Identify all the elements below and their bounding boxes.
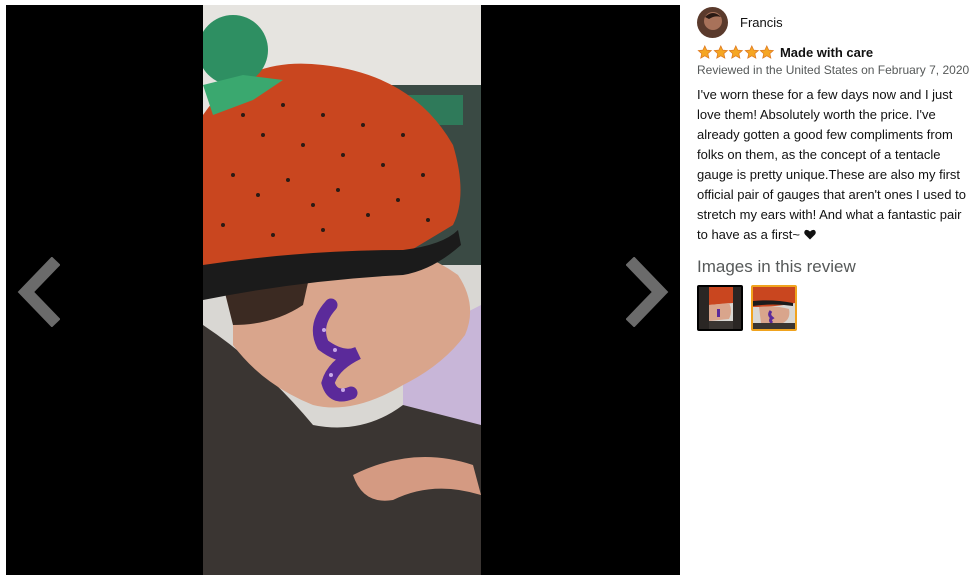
photo-thumbnail-icon (699, 287, 741, 329)
thumbnail-1[interactable] (697, 285, 743, 331)
reviewer-profile[interactable]: Francis (697, 5, 974, 39)
thumbnail-strip (697, 285, 974, 331)
heart-icon (803, 229, 816, 240)
previous-image-button[interactable] (14, 256, 61, 328)
review-photo (203, 5, 481, 575)
rating-row: Made with care (697, 43, 974, 61)
star-icon (697, 44, 713, 59)
star-icon (759, 44, 775, 59)
images-section-heading: Images in this review (697, 257, 856, 276)
review-text: I've worn these for a few days now and I… (697, 87, 966, 242)
review-meta: Reviewed in the United States on Februar… (697, 63, 970, 77)
photo-thumbnail-icon (753, 287, 795, 329)
review-title[interactable]: Made with care (780, 45, 873, 60)
star-icon (712, 44, 728, 59)
star-icon (728, 44, 744, 59)
image-viewer (6, 5, 680, 575)
review-body: I've worn these for a few days now and I… (697, 85, 974, 245)
reviewer-name[interactable]: Francis (740, 15, 783, 30)
avatar[interactable] (697, 6, 728, 38)
star-rating (697, 44, 775, 60)
chevron-left-icon (17, 256, 61, 328)
next-image-button[interactable] (625, 256, 672, 328)
thumbnail-2[interactable] (751, 285, 797, 331)
chevron-right-icon (625, 256, 669, 328)
review-panel: Francis Made with care Reviewed in the U… (697, 5, 974, 331)
star-icon (744, 44, 759, 59)
